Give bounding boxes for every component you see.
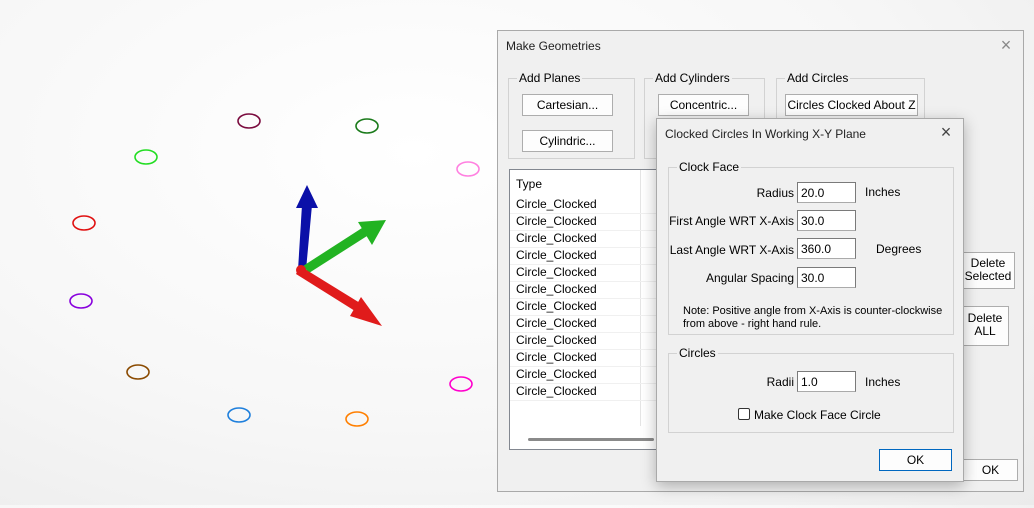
radii-units: Inches [865, 375, 901, 389]
make-geometries-ok-button[interactable]: OK [963, 459, 1018, 481]
circles-group: Circles Radii Inches Make Clock Face Cir… [668, 346, 954, 433]
row-divider [510, 400, 658, 401]
list-item[interactable]: Circle_Clocked [516, 298, 597, 315]
first-angle-label: First Angle WRT X-Axis [669, 214, 794, 228]
clocked-circles-dialog: Clocked Circles In Working X-Y Plane × C… [656, 118, 964, 482]
list-item[interactable]: Circle_Clocked [516, 264, 597, 281]
add-planes-group: Add Planes Cartesian... Cylindric... [508, 71, 635, 159]
make-geometries-title: Make Geometries [506, 39, 601, 53]
list-item[interactable]: Circle_Clocked [516, 247, 597, 264]
add-planes-label: Add Planes [517, 71, 583, 85]
list-item[interactable]: Circle_Clocked [516, 332, 597, 349]
angular-spacing-label: Angular Spacing [705, 271, 794, 285]
z-axis-arrow [296, 185, 318, 270]
circle-geometry[interactable] [134, 149, 158, 165]
list-header-type[interactable]: Type [510, 170, 641, 196]
clocked-circles-title: Clocked Circles In Working X-Y Plane [665, 127, 866, 141]
clocked-circles-title-bar[interactable]: Clocked Circles In Working X-Y Plane × [657, 119, 963, 149]
circle-geometry[interactable] [345, 411, 369, 427]
y-axis-arrow [303, 220, 386, 273]
concentric-button[interactable]: Concentric... [658, 94, 749, 116]
clocked-circles [69, 113, 480, 427]
make-clock-face-checkbox[interactable] [738, 408, 750, 420]
circle-geometry[interactable] [69, 293, 93, 309]
radii-label: Radii [766, 375, 794, 389]
close-icon[interactable]: × [937, 123, 955, 141]
add-circles-label: Add Circles [785, 71, 851, 85]
delete-selected-button[interactable]: Delete Selected [961, 252, 1015, 289]
circle-geometry[interactable] [237, 113, 261, 129]
note-line-1: Note: Positive angle from X-Axis is coun… [683, 305, 943, 317]
radius-input[interactable] [797, 182, 856, 203]
radius-label: Radius [756, 186, 794, 200]
circle-geometry[interactable] [355, 118, 379, 134]
circle-geometry[interactable] [72, 215, 96, 231]
list-item[interactable]: Circle_Clocked [516, 196, 597, 213]
list-item[interactable]: Circle_Clocked [516, 383, 597, 400]
axis-triad [296, 185, 386, 326]
list-item[interactable]: Circle_Clocked [516, 230, 597, 247]
list-item[interactable]: Circle_Clocked [516, 366, 597, 383]
circle-geometry[interactable] [227, 407, 251, 423]
first-angle-input[interactable] [797, 210, 856, 231]
angular-spacing-input[interactable] [797, 267, 856, 288]
horizontal-scrollbar[interactable] [528, 438, 654, 441]
make-clock-face-label[interactable]: Make Clock Face Circle [754, 408, 881, 422]
last-angle-label: Last Angle WRT X-Axis [669, 243, 794, 257]
cylindric-button[interactable]: Cylindric... [522, 130, 613, 152]
delete-all-button[interactable]: Delete ALL [961, 306, 1009, 346]
circles-clocked-about-z-button[interactable]: Circles Clocked About Z [785, 94, 918, 116]
circles-label: Circles [677, 346, 718, 360]
close-icon[interactable]: × [997, 36, 1015, 54]
circle-geometry[interactable] [449, 376, 473, 392]
note-line-2: from above - right hand rule. [683, 318, 822, 330]
list-item[interactable]: Circle_Clocked [516, 213, 597, 230]
radii-input[interactable] [797, 371, 856, 392]
geometry-list[interactable]: Type Circle_Clocked Circle_Clocked Circle_… [509, 169, 659, 450]
list-item[interactable]: Circle_Clocked [516, 281, 597, 298]
list-item[interactable]: Circle_Clocked [516, 315, 597, 332]
circle-geometry[interactable] [456, 161, 480, 177]
x-axis-arrow [296, 266, 382, 326]
radius-units: Inches [865, 185, 901, 199]
clock-face-group: Clock Face Radius Inches First Angle WRT… [668, 160, 954, 335]
circle-geometry[interactable] [126, 364, 150, 380]
add-cylinders-label: Add Cylinders [653, 71, 732, 85]
angle-units: Degrees [876, 242, 922, 256]
clocked-circles-ok-button[interactable]: OK [879, 449, 952, 471]
last-angle-input[interactable] [797, 238, 856, 259]
clock-face-label: Clock Face [677, 160, 742, 174]
make-geometries-title-bar[interactable]: Make Geometries × [498, 31, 1023, 61]
cartesian-button[interactable]: Cartesian... [522, 94, 613, 116]
list-item[interactable]: Circle_Clocked [516, 349, 597, 366]
